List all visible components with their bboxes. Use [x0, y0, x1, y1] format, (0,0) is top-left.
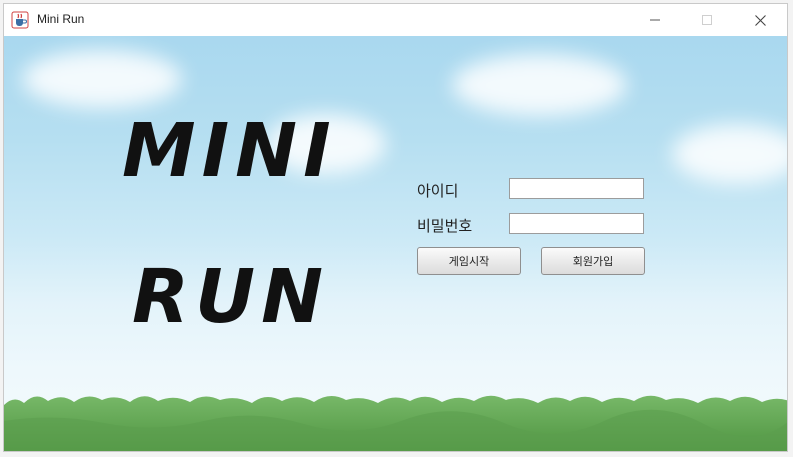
id-label: 아이디 — [417, 182, 459, 200]
window-title: Mini Run — [37, 12, 85, 26]
grass-strip — [4, 395, 787, 451]
signup-button[interactable]: 회원가입 — [541, 247, 645, 275]
minimize-button[interactable] — [632, 4, 678, 36]
password-field[interactable] — [509, 213, 644, 234]
cloud — [452, 54, 627, 116]
app-window: Mini Run MINI RUN 아이디 비밀번호 게임시작 회원가입 — [3, 3, 788, 452]
password-label: 비밀번호 — [417, 217, 473, 235]
title-bar[interactable]: Mini Run — [4, 4, 787, 36]
cloud — [22, 50, 182, 108]
close-icon — [754, 14, 766, 26]
logo-title-line1: MINI — [122, 108, 337, 194]
id-field[interactable] — [509, 178, 644, 199]
close-button[interactable] — [737, 4, 783, 36]
logo-title-line2: RUN — [132, 254, 330, 340]
cloud — [672, 124, 787, 184]
login-screen: MINI RUN 아이디 비밀번호 게임시작 회원가입 — [4, 36, 787, 451]
start-game-button[interactable]: 게임시작 — [417, 247, 521, 275]
maximize-icon — [702, 15, 712, 25]
maximize-button[interactable] — [684, 4, 730, 36]
minimize-icon — [650, 15, 660, 25]
java-cup-icon — [11, 11, 29, 29]
